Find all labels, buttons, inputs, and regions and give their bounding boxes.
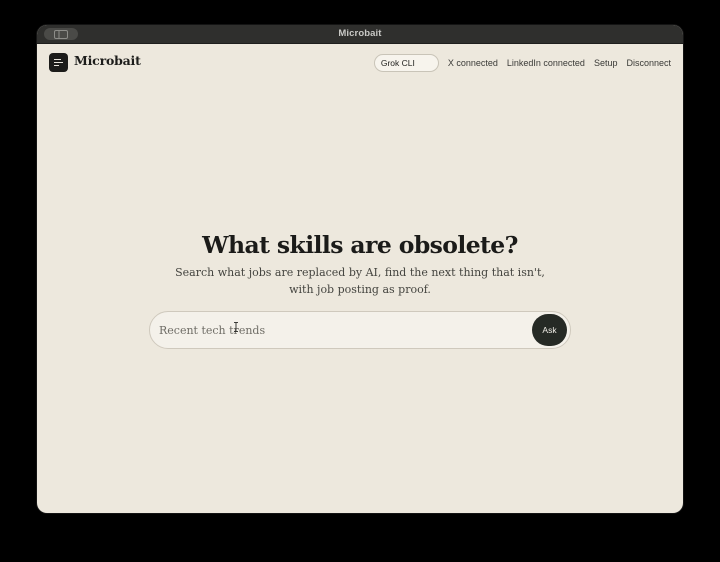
hero: What skills are obsolete? Search what jo… bbox=[37, 230, 683, 298]
app-header: Microbait Grok CLI X connected LinkedIn … bbox=[37, 44, 683, 82]
x-connection-status[interactable]: X connected bbox=[448, 58, 498, 68]
menu-lines-icon bbox=[49, 53, 68, 72]
setup-link[interactable]: Setup bbox=[594, 58, 618, 68]
search-bar: Ask bbox=[149, 311, 571, 349]
title-bar: Microbait bbox=[37, 25, 683, 44]
ask-button[interactable]: Ask bbox=[532, 314, 567, 346]
search-input[interactable] bbox=[159, 312, 519, 348]
app-name: Microbait bbox=[74, 53, 141, 68]
text-cursor-icon bbox=[234, 322, 238, 332]
header-nav: Grok CLI X connected LinkedIn connected … bbox=[373, 53, 671, 72]
linkedin-connection-status[interactable]: LinkedIn connected bbox=[507, 58, 585, 68]
disconnect-link[interactable]: Disconnect bbox=[626, 58, 671, 68]
app-window: Microbait Microbait Grok CLI X connected… bbox=[37, 25, 683, 513]
provider-select[interactable]: Grok CLI bbox=[373, 53, 439, 72]
window-title: Microbait bbox=[338, 28, 382, 39]
page-title: What skills are obsolete? bbox=[202, 231, 518, 259]
page-subtitle: Search what jobs are replaced by AI, fin… bbox=[175, 266, 545, 296]
